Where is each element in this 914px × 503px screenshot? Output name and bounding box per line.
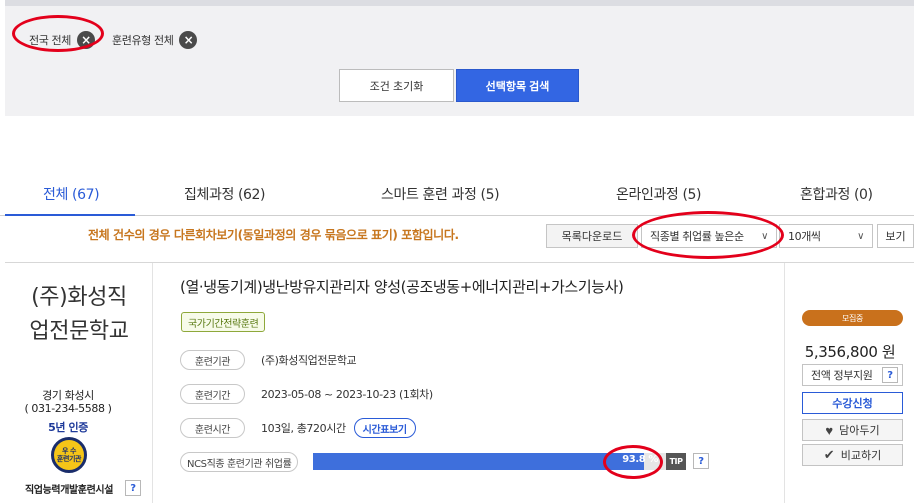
tab-online-course[interactable]: 온라인과정 (5) bbox=[616, 184, 701, 204]
page-size-value: 10개씩 bbox=[788, 230, 821, 243]
institution-column: (주)화성직업전문학교 경기 화성시 ( 031-234-5588 ) 5년 인… bbox=[5, 263, 153, 503]
page-size-select[interactable]: 10개씩 ∨ bbox=[779, 224, 873, 248]
period-label: 훈련기간 bbox=[180, 384, 245, 404]
course-card: (주)화성직업전문학교 경기 화성시 ( 031-234-5588 ) 5년 인… bbox=[5, 262, 914, 503]
tab-mixed-course[interactable]: 혼합과정 (0) bbox=[800, 184, 873, 204]
check-icon: ✔ bbox=[823, 447, 835, 462]
employment-rate-bar: 93.8 % bbox=[313, 453, 666, 470]
info-row-hours: 훈련시간 103일, 총720시간 시간표보기 bbox=[180, 417, 416, 439]
institution-name[interactable]: (주)화성직업전문학교 bbox=[5, 281, 153, 349]
hours-label: 훈련시간 bbox=[180, 418, 245, 438]
count-notice: 전체 건수의 경우 다른회차보기(동일과정의 경우 묶음으로 표기) 포함입니다… bbox=[88, 228, 459, 242]
institution-phone: ( 031-234-5588 ) bbox=[24, 402, 112, 415]
close-circle-icon[interactable]: × bbox=[179, 31, 198, 49]
reset-conditions-button[interactable]: 조건 초기화 bbox=[339, 69, 454, 102]
info-row-period: 훈련기간 2023-05-08 ~ 2023-10-23 (1회차) bbox=[180, 383, 433, 405]
view-button[interactable]: 보기 bbox=[877, 224, 914, 248]
filter-panel: 전국 전체 × 훈련유형 전체 × 조건 초기화 선택항목 검색 bbox=[5, 0, 914, 116]
employment-rate-fill bbox=[313, 453, 645, 470]
filter-chip-region[interactable]: 전국 전체 × bbox=[29, 26, 95, 54]
filter-chip-label: 전국 전체 bbox=[29, 34, 71, 47]
course-title[interactable]: (열·냉동기계)냉난방유지관리자 양성(공조냉동+에너지관리+가스기능사) bbox=[180, 276, 624, 297]
question-icon[interactable]: ? bbox=[693, 453, 709, 469]
status-badge: 모집중 bbox=[802, 310, 903, 326]
chevron-down-icon: ∨ bbox=[857, 230, 864, 242]
sort-select-value: 직종별 취업률 높은순 bbox=[650, 230, 744, 243]
employment-label: NCS직종 훈련기관 취업률 bbox=[180, 452, 299, 472]
certification-label: 5년 인증 bbox=[48, 421, 88, 434]
download-list-button[interactable]: 목록다운로드 bbox=[546, 224, 638, 248]
badge-text: 훈련기관 bbox=[56, 455, 82, 463]
wishlist-button[interactable]: ♥ 담아두기 bbox=[802, 419, 903, 441]
badge-text: 우 수 bbox=[61, 447, 77, 455]
tip-badge[interactable]: TIP bbox=[666, 453, 686, 470]
period-value: 2023-05-08 ~ 2023-10-23 (1회차) bbox=[261, 388, 433, 401]
filter-chip-label: 훈련유형 전체 bbox=[112, 34, 174, 47]
institution-type: 직업능력개발훈련시설 bbox=[25, 485, 114, 496]
chevron-down-icon: ∨ bbox=[761, 230, 768, 242]
info-row-employment: NCS직종 훈련기관 취업률 bbox=[180, 451, 299, 473]
institution-region: 경기 화성시 bbox=[42, 389, 94, 402]
question-icon[interactable]: ? bbox=[125, 480, 141, 496]
sort-select[interactable]: 직종별 취업률 높은순 ∨ bbox=[641, 224, 777, 248]
search-selected-button[interactable]: 선택항목 검색 bbox=[456, 69, 579, 102]
support-label: 전액 정부지원 bbox=[811, 369, 873, 382]
tab-all[interactable]: 전체 (67) bbox=[43, 184, 100, 204]
apply-button[interactable]: 수강신청 bbox=[802, 392, 903, 414]
course-tag: 국가기간전략훈련 bbox=[181, 312, 266, 332]
org-value: (주)화성직업전문학교 bbox=[261, 354, 357, 367]
compare-button[interactable]: ✔ 비교하기 bbox=[802, 444, 903, 466]
hours-value: 103일, 총720시간 bbox=[261, 422, 346, 435]
enrollment-column: 모집중 5,356,800 원 전액 정부지원 ? 수강신청 ♥ 담아두기 ✔ … bbox=[784, 263, 914, 503]
wishlist-label: 담아두기 bbox=[839, 425, 880, 437]
excellent-institution-badge-icon: 우 수 훈련기관 bbox=[51, 437, 87, 473]
compare-label: 비교하기 bbox=[840, 450, 882, 462]
active-tab-underline bbox=[5, 214, 135, 216]
employment-rate-value: 93.8 % bbox=[622, 454, 658, 465]
question-icon[interactable]: ? bbox=[882, 367, 898, 383]
filter-chip-training-type[interactable]: 훈련유형 전체 × bbox=[112, 26, 198, 54]
close-circle-icon[interactable]: × bbox=[76, 31, 95, 49]
timetable-button[interactable]: 시간표보기 bbox=[353, 418, 416, 438]
institution-location: 경기 화성시 ( 031-234-5588 ) bbox=[5, 389, 131, 415]
org-label: 훈련기관 bbox=[180, 350, 245, 370]
course-price: 5,356,800 원 bbox=[804, 343, 896, 361]
tab-group-course[interactable]: 집체과정 (62) bbox=[184, 184, 266, 204]
heart-icon: ♥ bbox=[825, 422, 834, 438]
info-row-org: 훈련기관 (주)화성직업전문학교 bbox=[180, 349, 357, 371]
tab-smart-course[interactable]: 스마트 훈련 과정 (5) bbox=[381, 184, 500, 204]
course-type-tabs: 전체 (67) 집체과정 (62) 스마트 훈련 과정 (5) 온라인과정 (5… bbox=[0, 168, 914, 216]
